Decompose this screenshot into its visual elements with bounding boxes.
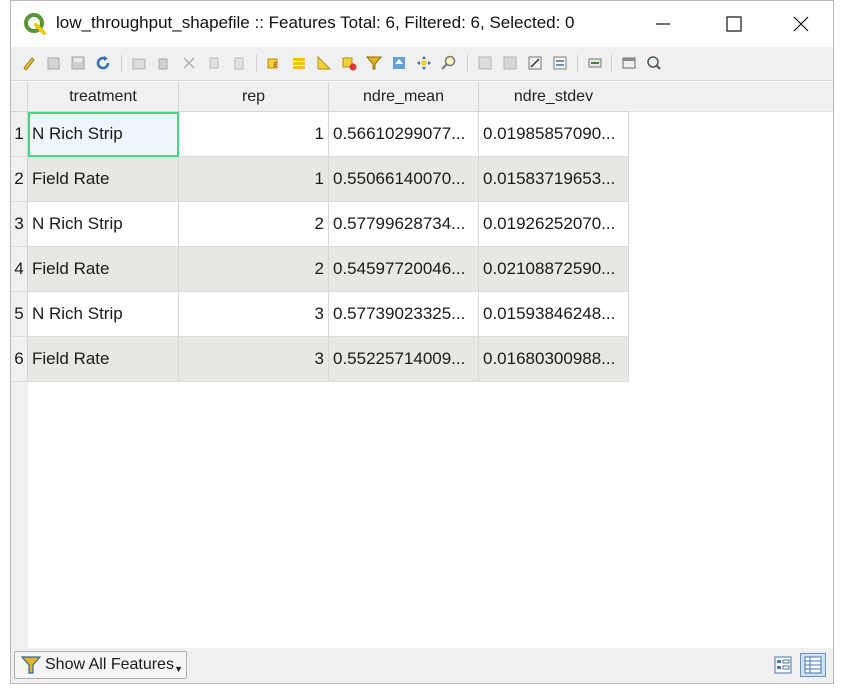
table-cell-ndre-stdev[interactable]: 0.01593846248... — [479, 292, 629, 337]
table-cell-rep[interactable]: 1 — [179, 112, 329, 157]
table-cell-treatment[interactable]: Field Rate — [28, 157, 179, 202]
column-header-treatment[interactable]: treatment — [28, 82, 179, 112]
delete-selected-icon[interactable] — [155, 55, 171, 71]
form-view-icon — [774, 656, 792, 674]
invert-selection-icon[interactable] — [316, 55, 332, 71]
table-cell-ndre-mean[interactable]: 0.55225714009... — [329, 337, 479, 382]
table-cell-treatment[interactable]: Field Rate — [28, 247, 179, 292]
table-cell-treatment[interactable]: N Rich Strip — [28, 292, 179, 337]
toolbar-separator — [577, 55, 578, 72]
zoom-to-selected-icon[interactable] — [441, 55, 457, 71]
minimize-icon — [656, 23, 670, 25]
toolbar-separator — [467, 55, 468, 72]
table-cell-ndre-mean[interactable]: 0.56610299077... — [329, 112, 479, 157]
pan-to-selected-icon[interactable] — [416, 55, 432, 71]
select-all-icon[interactable] — [291, 55, 307, 71]
filter-funnel-icon — [21, 656, 41, 674]
table-cell-treatment[interactable]: N Rich Strip — [28, 202, 179, 247]
table-cell-rep[interactable]: 3 — [179, 337, 329, 382]
table-cell-ndre-stdev[interactable]: 0.01926252070... — [479, 202, 629, 247]
table-cell-ndre-stdev[interactable]: 0.01985857090... — [479, 112, 629, 157]
select-by-expression-icon[interactable]: ε — [266, 55, 282, 71]
table-cell-ndre-mean[interactable]: 0.57799628734... — [329, 202, 479, 247]
attribute-table: treatment rep ndre_mean ndre_stdev 1 N R… — [11, 82, 833, 648]
close-button[interactable] — [766, 1, 836, 47]
minimize-button[interactable] — [628, 1, 698, 47]
column-header-ndre-mean[interactable]: ndre_mean — [329, 82, 479, 112]
help-icon[interactable] — [646, 55, 662, 71]
table-cell-ndre-mean[interactable]: 0.54597720046... — [329, 247, 479, 292]
toolbar-separator — [611, 55, 612, 72]
column-header-ndre-stdev[interactable]: ndre_stdev — [479, 82, 629, 112]
row-header[interactable]: 4 — [11, 247, 28, 292]
window-title: low_throughput_shapefile :: Features Tot… — [56, 13, 575, 32]
move-selection-top-icon[interactable] — [391, 55, 407, 71]
delete-field-icon[interactable] — [502, 55, 518, 71]
open-field-calculator-icon[interactable] — [527, 55, 543, 71]
form-view-button[interactable] — [770, 653, 796, 677]
dropdown-arrow-icon: ▼ — [174, 664, 183, 674]
maximize-button[interactable] — [699, 1, 769, 47]
table-cell-ndre-mean[interactable]: 0.57739023325... — [329, 292, 479, 337]
header-filler — [628, 82, 833, 112]
conditional-formatting-icon[interactable] — [552, 55, 568, 71]
row-header[interactable]: 1 — [11, 112, 28, 157]
toggle-editing-icon[interactable] — [21, 55, 37, 71]
table-cell-treatment[interactable]: N Rich Strip — [28, 112, 179, 157]
table-cell-ndre-mean[interactable]: 0.55066140070... — [329, 157, 479, 202]
filter-select-icon[interactable] — [366, 55, 382, 71]
table-cell-rep[interactable]: 1 — [179, 157, 329, 202]
table-cell-rep[interactable]: 2 — [179, 202, 329, 247]
table-cell-ndre-stdev[interactable]: 0.01680300988... — [479, 337, 629, 382]
attribute-table-window: low_throughput_shapefile :: Features Tot… — [10, 0, 834, 684]
copy-icon[interactable] — [206, 55, 222, 71]
show-all-features-label: Show All Features — [45, 656, 174, 673]
table-view-icon — [804, 656, 822, 674]
toggle-multi-edit-icon[interactable] — [46, 55, 62, 71]
table-cell-rep[interactable]: 2 — [179, 247, 329, 292]
toolbar-separator — [121, 55, 122, 72]
toolbar-separator — [256, 55, 257, 72]
add-feature-icon[interactable] — [131, 55, 147, 71]
new-field-icon[interactable] — [477, 55, 493, 71]
dock-table-icon[interactable] — [621, 55, 637, 71]
title-bar: low_throughput_shapefile :: Features Tot… — [11, 1, 833, 47]
attribute-toolbar: ε — [11, 47, 833, 81]
row-header[interactable]: 2 — [11, 157, 28, 202]
table-cell-treatment[interactable]: Field Rate — [28, 337, 179, 382]
maximize-icon — [726, 16, 742, 32]
attribute-table-footer: Show All Features ▼ — [11, 648, 833, 683]
show-all-features-button[interactable]: Show All Features ▼ — [14, 651, 187, 679]
table-cell-rep[interactable]: 3 — [179, 292, 329, 337]
table-cell-ndre-stdev[interactable]: 0.02108872590... — [479, 247, 629, 292]
qgis-logo-icon — [24, 13, 46, 35]
table-corner[interactable] — [11, 82, 28, 112]
row-header[interactable]: 6 — [11, 337, 28, 382]
close-icon — [793, 16, 809, 32]
reload-table-icon[interactable] — [95, 55, 111, 71]
table-view-button[interactable] — [800, 653, 826, 677]
cut-icon[interactable] — [181, 55, 197, 71]
deselect-all-icon[interactable] — [341, 55, 357, 71]
actions-icon[interactable] — [587, 55, 603, 71]
table-cell-ndre-stdev[interactable]: 0.01583719653... — [479, 157, 629, 202]
row-header[interactable]: 3 — [11, 202, 28, 247]
paste-icon[interactable] — [231, 55, 247, 71]
column-header-rep[interactable]: rep — [179, 82, 329, 112]
save-edits-icon[interactable] — [70, 55, 86, 71]
row-header[interactable]: 5 — [11, 292, 28, 337]
svg-text:ε: ε — [273, 60, 278, 70]
